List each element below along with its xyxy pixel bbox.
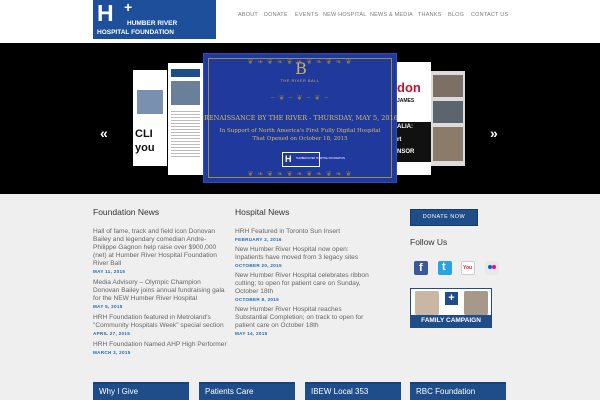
slide-foundation-logo: H HUMBER RIVER HOSPITAL FOUNDATION <box>282 152 345 167</box>
tab-ibew-local-353[interactable]: IBEW Local 353 <box>305 382 401 400</box>
logo-mark: H <box>97 0 114 26</box>
list-item[interactable]: HRH Foundation Named AHP High Performer … <box>93 341 228 355</box>
slide-photo <box>433 75 463 97</box>
tab-rbc-foundation[interactable]: RBC Foundation <box>410 382 506 400</box>
list-item[interactable]: HRH Foundation featured in Metroland's "… <box>93 314 228 336</box>
slide-brand: don <box>397 80 421 95</box>
facebook-glyph: f <box>419 262 423 274</box>
news-link[interactable]: New Humber River Hospital now open: Inpa… <box>235 246 373 262</box>
family-campaign-banner[interactable]: + FAMILY CAMPAIGN <box>410 288 492 328</box>
list-item[interactable]: Hall of fame, track and field icon Donov… <box>93 228 228 274</box>
river-ball-logo: B <box>295 59 307 78</box>
nav-about[interactable]: ABOUT <box>238 12 258 18</box>
news-link[interactable]: HRH Foundation featured in Metroland's "… <box>93 314 228 330</box>
nav-contact-us[interactable]: CONTACT US <box>471 12 508 18</box>
slide-card-right-1[interactable]: don JAMES ALIA: rt NSOR <box>397 62 431 175</box>
twitter-glyph: t <box>442 261 446 273</box>
slide-photo <box>137 90 163 114</box>
list-item[interactable]: New Humber River Hospital now open: Inpa… <box>235 246 373 268</box>
slide-text: rt <box>397 137 402 143</box>
list-item[interactable]: New Humber River Hospital celebrates rib… <box>235 272 373 302</box>
slide-article-text <box>171 109 200 159</box>
slide-photo <box>433 127 463 161</box>
slide-card-left-1[interactable]: CLI you <box>133 70 167 166</box>
news-date: MAY 11, 2015 <box>93 269 126 274</box>
slide-title: RENAISSANCE BY THE RIVER - THURSDAY, MAY… <box>204 114 398 122</box>
slide-text: NSOR <box>397 149 415 155</box>
slide-logo-mark: H <box>285 154 292 164</box>
list-item[interactable]: Media Advisory – Olympic Champion Donova… <box>93 279 228 309</box>
family-photo-left <box>415 291 439 315</box>
news-date: MARCH 3, 2015 <box>93 350 131 355</box>
logo-line-1: HUMBER RIVER <box>127 20 178 27</box>
slide-subtitle-1: In Support of North America's First Full… <box>219 128 381 134</box>
slide-brand-sub: JAMES <box>397 98 415 104</box>
nav-news-media[interactable]: NEWS & MEDIA <box>370 12 413 18</box>
foundation-news-title: Foundation News <box>93 207 160 217</box>
tab-why-i-give[interactable]: Why I Give <box>93 382 189 400</box>
news-link[interactable]: New Humber River Hospital celebrates rib… <box>235 272 373 296</box>
page: H + HUMBER RIVER HOSPITAL FOUNDATION ABO… <box>0 0 600 400</box>
nav-thanks[interactable]: THANKS <box>418 12 442 18</box>
news-link[interactable]: New Humber River Hospital reaches Substa… <box>235 306 373 330</box>
news-date: OCTOBER 20, 2015 <box>235 263 282 268</box>
flickr-icon[interactable] <box>485 261 499 275</box>
news-link[interactable]: Hall of fame, track and field icon Donov… <box>93 228 228 268</box>
plus-icon: + <box>445 292 458 305</box>
hospital-news-title: Hospital News <box>235 207 290 217</box>
slider-prev-button[interactable]: « <box>100 126 108 140</box>
flickr-dot-pink <box>492 265 496 269</box>
youtube-icon[interactable]: You <box>461 261 475 275</box>
twitter-icon[interactable]: t <box>438 261 452 275</box>
slide-ornament-mid: ~ ❦ ~ ❦ ~ ❦ ~ <box>270 95 330 102</box>
slide-subtitle-2: That Opened on October 18, 2015 <box>252 136 348 142</box>
list-item[interactable]: New Humber River Hospital reaches Substa… <box>235 306 373 336</box>
slide-text: you <box>135 142 155 154</box>
news-date: MAY 14, 2015 <box>235 331 268 336</box>
donate-now-button[interactable]: DONATE NOW <box>410 209 478 226</box>
follow-us-title: Follow Us <box>410 237 448 247</box>
news-date: MAY 5, 2015 <box>93 304 123 309</box>
slide-card-right-2[interactable] <box>431 71 465 166</box>
news-link[interactable]: HRH Featured in Toronto Sun Insert <box>235 228 373 236</box>
site-header: H + HUMBER RIVER HOSPITAL FOUNDATION ABO… <box>0 0 600 43</box>
news-link[interactable]: Media Advisory – Olympic Champion Donova… <box>93 279 228 303</box>
foundation-logo[interactable]: H + HUMBER RIVER HOSPITAL FOUNDATION <box>93 0 216 39</box>
hospital-news-list: HRH Featured in Toronto Sun Insert FEBRU… <box>235 228 373 336</box>
foundation-news-list: Hall of fame, track and field icon Donov… <box>93 228 228 355</box>
logo-plus: + <box>124 0 133 15</box>
slide-photo <box>171 81 200 105</box>
slider-next-button[interactable]: » <box>490 126 498 140</box>
news-date: APRIL 27, 2015 <box>93 331 131 336</box>
slide-text: CLI <box>135 128 153 140</box>
family-campaign-label: FAMILY CAMPAIGN <box>411 315 491 327</box>
nav-events[interactable]: EVENTS <box>295 12 318 18</box>
slide-header-band <box>171 69 200 77</box>
list-item[interactable]: HRH Featured in Toronto Sun Insert FEBRU… <box>235 228 373 242</box>
news-date: OCTOBER 8, 2015 <box>235 297 279 302</box>
tab-patients-care[interactable]: Patients Care <box>199 382 295 400</box>
slide-logo-text: HUMBER RIVER HOSPITAL FOUNDATION <box>296 157 345 160</box>
youtube-glyph: You <box>463 265 473 271</box>
nav-new-hospital[interactable]: NEW HOSPITAL <box>323 12 367 18</box>
news-link[interactable]: HRH Foundation Named AHP High Performer <box>93 341 228 349</box>
family-photo-right <box>464 291 488 315</box>
news-date: FEBRUARY 2, 2016 <box>235 237 282 242</box>
nav-donate[interactable]: DONATE <box>264 12 288 18</box>
logo-line-2: HOSPITAL FOUNDATION <box>97 29 174 36</box>
slide-text: ALIA: <box>397 124 413 130</box>
slide-card-left-2[interactable] <box>168 63 203 175</box>
facebook-icon[interactable]: f <box>414 261 428 275</box>
featured-slide[interactable]: ❦ ❧ ❦ ❧ ❦ ❧ ❦ ❧ ❦ ❧ ❦ B THE RIVER BALL ~… <box>203 53 398 183</box>
slide-kicker: THE RIVER BALL <box>280 78 320 83</box>
nav-blog[interactable]: BLOG <box>448 12 464 18</box>
slide-photo <box>433 101 463 123</box>
slide-ornament-bottom: ❦ ❧ ❦ ❧ ❦ ❧ ❦ ❧ ❦ ❧ ❦ <box>247 171 353 178</box>
